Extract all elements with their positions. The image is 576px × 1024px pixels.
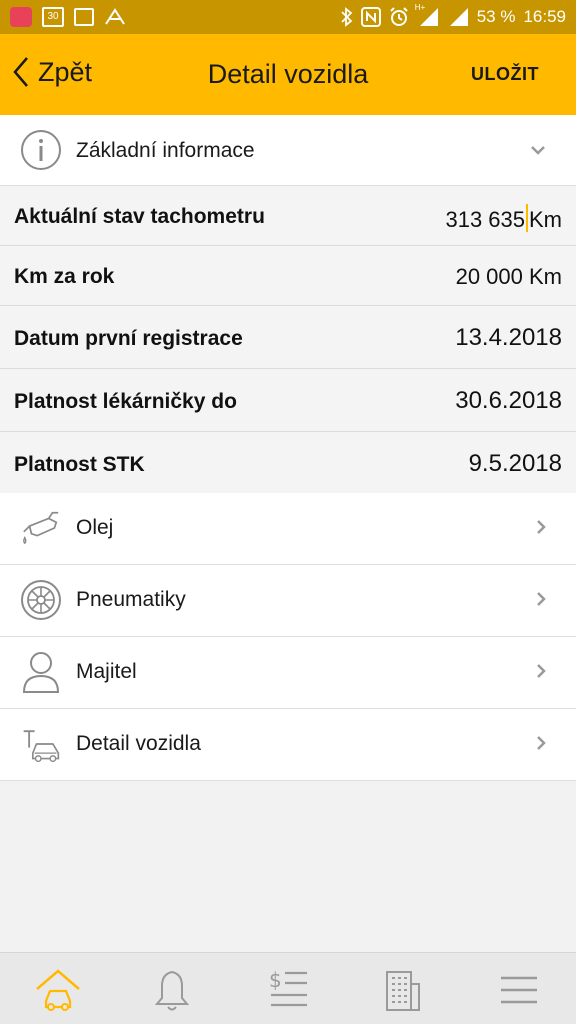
field-label: Platnost STK [14,453,145,476]
cost-list-icon: $ [269,968,307,1007]
nav-item-tires[interactable]: Pneumatiky [0,565,576,637]
tab-notifications[interactable] [147,965,197,1015]
app-notification-icon [104,8,126,26]
field-label: Km za rok [14,265,115,288]
field-stk[interactable]: Platnost STK 9.5.2018 [0,432,576,493]
person-icon [20,651,62,693]
tire-icon [20,579,62,621]
chevron-left-icon [13,57,28,87]
tab-buildings[interactable] [378,965,428,1015]
text-cursor [526,204,528,232]
field-value[interactable]: 13.4.2018 [455,324,562,352]
nav-item-label: Pneumatiky [76,588,186,611]
chevron-right-icon [537,592,546,606]
svg-text:$: $ [269,968,282,992]
bluetooth-icon [341,7,353,27]
section-label: Základní informace [76,139,255,162]
back-button[interactable]: Zpět [12,56,92,88]
nav-item-label: Majitel [76,660,137,683]
nav-item-vehicle-detail[interactable]: Detail vozidla [0,709,576,781]
nav-item-owner[interactable]: Majitel [0,637,576,709]
app-bar: Zpět Detail vozidla ULOŽIT [0,34,576,115]
field-unit: Km [529,207,562,232]
section-basic-info[interactable]: Základní informace [0,115,576,186]
field-label: Datum první registrace [14,327,243,350]
nav-item-label: Olej [76,516,114,539]
bell-icon [154,970,190,1011]
alarm-icon [389,7,409,27]
nav-item-oil[interactable]: Olej [0,493,576,565]
calendar-notification-icon: 30 [42,7,64,27]
back-label: Zpět [38,56,93,87]
field-value[interactable]: 30.6.2018 [455,387,562,415]
field-label: Platnost lékárničky do [14,390,237,413]
tab-costs[interactable]: $ [263,965,313,1015]
nfc-icon [360,7,381,27]
save-button[interactable]: ULOŽIT [471,64,539,85]
odometer-input[interactable]: 313 635 Km [445,204,562,233]
field-km-per-year[interactable]: Km za rok 20 000 Km [0,246,576,306]
home-car-icon [36,969,80,1011]
chevron-right-icon [537,520,546,534]
message-notification-icon [10,7,32,27]
car-wrench-icon [20,723,62,765]
network-type: H+ [414,3,426,12]
field-odometer[interactable]: Aktuální stav tachometru 313 635 Km [0,186,576,246]
clock: 16:59 [523,7,566,26]
battery-percent: 53 % [476,7,516,26]
tab-menu[interactable] [494,965,544,1015]
tab-home-car[interactable] [33,965,83,1015]
bottom-navigation: $ [0,952,576,1024]
field-label: Aktuální stav tachometru [14,205,265,228]
nav-item-label: Detail vozidla [76,732,201,755]
building-icon [386,971,420,1011]
field-first-registration[interactable]: Datum první registrace 13.4.2018 [0,306,576,369]
mobile-signal-icon: H+ [415,3,439,27]
chevron-right-icon [537,664,546,678]
wifi-signal-icon [447,7,469,27]
status-bar: 30 H+ 53 % 16:59 [0,0,576,34]
field-value: 313 635 [445,207,525,232]
menu-icon [501,976,537,1004]
chevron-right-icon [537,736,546,750]
chevron-down-icon [531,146,545,155]
field-value[interactable]: 9.5.2018 [469,450,562,478]
oil-can-icon [20,507,62,549]
info-icon [20,129,62,171]
field-value[interactable]: 20 000 Km [456,264,562,290]
image-notification-icon [74,8,94,26]
field-first-aid-kit[interactable]: Platnost lékárničky do 30.6.2018 [0,369,576,432]
